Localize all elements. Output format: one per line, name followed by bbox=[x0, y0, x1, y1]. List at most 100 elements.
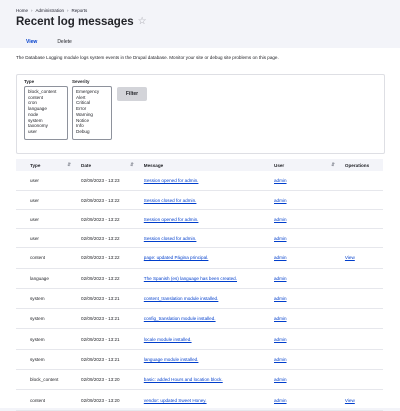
cell-operations bbox=[340, 328, 383, 350]
cell-message: language module installed. bbox=[139, 349, 270, 371]
column-header-user[interactable]: User ⇵ bbox=[270, 159, 341, 171]
cell-type: user bbox=[16, 171, 78, 192]
cell-type: content bbox=[16, 247, 78, 269]
cell-operations: View bbox=[340, 389, 383, 411]
user-link[interactable]: admin bbox=[274, 276, 287, 281]
breadcrumb-home[interactable]: Home bbox=[16, 8, 28, 13]
sort-icon[interactable]: ⇵ bbox=[67, 162, 71, 168]
cell-operations bbox=[340, 349, 383, 371]
user-link[interactable]: admin bbox=[274, 377, 287, 382]
user-link[interactable]: admin bbox=[274, 236, 287, 241]
sort-icon[interactable]: ⇵ bbox=[331, 162, 335, 168]
message-link[interactable]: Session opened for admin. bbox=[144, 217, 199, 222]
table-row: content 02/09/2023 - 13:22 page: updated P… bbox=[16, 247, 383, 269]
column-header-type[interactable]: Type ⇵ bbox=[16, 159, 77, 171]
user-link[interactable]: admin bbox=[274, 255, 287, 260]
cell-type: user bbox=[16, 209, 78, 230]
message-link[interactable]: page: updated Página principal. bbox=[144, 255, 209, 260]
severity-multiselect[interactable]: Emergency Alert Critical Error Warning Notice… bbox=[72, 86, 112, 140]
cell-type: system bbox=[16, 288, 78, 310]
type-option[interactable]: user bbox=[28, 129, 64, 135]
breadcrumb-administration[interactable]: Administration bbox=[36, 8, 65, 13]
cell-type: user bbox=[16, 190, 78, 211]
cell-message: vendor: updated Sweet Honey. bbox=[139, 389, 270, 411]
view-link[interactable]: View bbox=[345, 398, 355, 403]
user-link[interactable]: admin bbox=[274, 178, 287, 183]
severity-option[interactable]: Debug bbox=[76, 129, 108, 135]
cell-message: locale module installed. bbox=[139, 328, 270, 350]
cell-date: 02/09/2023 - 13:20 bbox=[77, 369, 140, 391]
severity-filter-label: Severity bbox=[72, 79, 90, 84]
cell-operations bbox=[340, 190, 383, 211]
type-filter-label: Type bbox=[24, 79, 35, 84]
cell-user: admin bbox=[270, 190, 341, 211]
cell-user: admin bbox=[270, 171, 341, 192]
table-row: system 02/09/2023 - 13:21 locale module in… bbox=[16, 328, 383, 350]
cell-type: system bbox=[16, 349, 78, 371]
cell-message: Session closed for admin. bbox=[139, 190, 270, 211]
cell-user: admin bbox=[270, 308, 341, 330]
cell-date: 02/09/2023 - 13:23 bbox=[77, 171, 140, 192]
user-link[interactable]: admin bbox=[274, 296, 287, 301]
star-icon[interactable]: ☆ bbox=[138, 17, 147, 27]
cell-operations bbox=[340, 369, 383, 391]
message-link[interactable]: language module installed. bbox=[144, 357, 199, 362]
cell-user: admin bbox=[270, 209, 341, 230]
cell-message: config_translation module installed. bbox=[139, 308, 270, 330]
message-link[interactable]: The Spanish (es) language has been creat… bbox=[144, 276, 237, 281]
sort-icon[interactable]: ⇵ bbox=[130, 162, 134, 168]
cell-date: 02/09/2023 - 13:21 bbox=[77, 308, 140, 330]
breadcrumb: Home › Administration › Reports bbox=[16, 7, 384, 14]
user-link[interactable]: admin bbox=[274, 198, 287, 203]
cell-operations: View bbox=[340, 247, 383, 269]
type-multiselect[interactable]: block_content content cron language node syst… bbox=[24, 86, 68, 140]
table-row: block_content 02/09/2023 - 13:20 basic: ad… bbox=[16, 369, 383, 391]
message-link[interactable]: locale module installed. bbox=[144, 337, 192, 342]
message-link[interactable]: content_translation module installed. bbox=[144, 296, 219, 301]
table-row: user 02/09/2023 - 13:22 Session opened for… bbox=[16, 209, 383, 230]
user-link[interactable]: admin bbox=[274, 337, 287, 342]
cell-message: Session opened for admin. bbox=[139, 171, 270, 192]
table-row: system 02/09/2023 - 13:21 content_translat… bbox=[16, 288, 383, 310]
table-row: system 02/09/2023 - 13:21 config_translati… bbox=[16, 308, 383, 330]
cell-date: 02/09/2023 - 13:22 bbox=[77, 268, 140, 289]
message-link[interactable]: config_translation module installed. bbox=[144, 316, 216, 321]
cell-user: admin bbox=[270, 349, 341, 371]
view-link[interactable]: View bbox=[345, 255, 355, 260]
cell-operations bbox=[340, 288, 383, 310]
message-link[interactable]: basic: added Hours and location block. bbox=[144, 377, 223, 382]
user-link[interactable]: admin bbox=[274, 316, 287, 321]
cell-message: Session closed for admin. bbox=[139, 228, 270, 249]
cell-date: 02/09/2023 - 13:20 bbox=[77, 389, 140, 411]
message-link[interactable]: Session closed for admin. bbox=[144, 198, 197, 203]
user-link[interactable]: admin bbox=[274, 357, 287, 362]
cell-type: content bbox=[16, 389, 78, 411]
cell-user: admin bbox=[270, 247, 341, 269]
column-header-message: Message bbox=[143, 162, 164, 168]
cell-message: basic: added Hours and location block. bbox=[139, 369, 270, 391]
cell-operations bbox=[340, 268, 383, 289]
breadcrumb-reports[interactable]: Reports bbox=[72, 8, 88, 13]
cell-user: admin bbox=[270, 288, 341, 310]
cell-message: content_translation module installed. bbox=[139, 288, 270, 310]
cell-date: 02/09/2023 - 13:22 bbox=[77, 190, 140, 211]
column-header-date[interactable]: Date ⇵ bbox=[77, 159, 140, 171]
page-description: The Database Logging module logs system … bbox=[16, 55, 279, 60]
cell-user: admin bbox=[270, 228, 341, 249]
table-row: user 02/09/2023 - 13:22 Session closed for… bbox=[16, 228, 383, 249]
user-link[interactable]: admin bbox=[274, 217, 287, 222]
filter-button[interactable]: Filter bbox=[117, 87, 147, 101]
cell-message: The Spanish (es) language has been creat… bbox=[139, 268, 270, 289]
user-link[interactable]: admin bbox=[274, 398, 287, 403]
cell-user: admin bbox=[270, 369, 341, 391]
cell-operations bbox=[340, 308, 383, 330]
message-link[interactable]: Session closed for admin. bbox=[144, 236, 197, 241]
cell-date: 02/09/2023 - 13:22 bbox=[77, 228, 140, 249]
table-row: content 02/09/2023 - 13:20 vendor: updated… bbox=[16, 389, 383, 411]
message-link[interactable]: Session opened for admin. bbox=[144, 178, 199, 183]
table-row: user 02/09/2023 - 13:22 Session closed for… bbox=[16, 190, 383, 211]
cell-date: 02/09/2023 - 13:22 bbox=[77, 247, 140, 269]
cell-operations bbox=[340, 228, 383, 249]
message-link[interactable]: vendor: updated Sweet Honey. bbox=[144, 398, 207, 403]
cell-user: admin bbox=[270, 328, 341, 350]
